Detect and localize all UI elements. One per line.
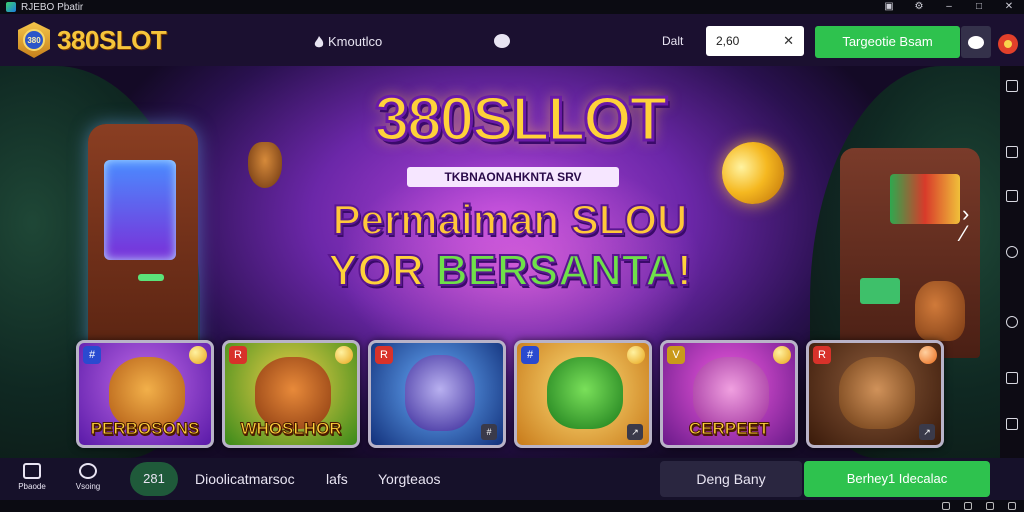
tray-icon[interactable] — [964, 502, 972, 510]
game-card[interactable]: R ↗ — [806, 340, 944, 448]
nav-link-label: Kmoutlco — [328, 34, 383, 49]
logo-badge-text: 380 — [23, 29, 45, 51]
coin-icon — [335, 346, 353, 364]
rail-icon[interactable] — [1006, 190, 1018, 202]
rail-icon[interactable] — [1006, 372, 1018, 384]
hero-tagline: TKBNAONAHKNTA SRV — [407, 167, 619, 187]
tiki-mask-image — [248, 142, 282, 188]
chat-button[interactable] — [961, 26, 991, 58]
login-button[interactable]: Targeotie Bsam — [815, 26, 960, 58]
game-card[interactable]: V CERPEET — [660, 340, 798, 448]
carousel-next-icon[interactable]: › ⁄ — [962, 203, 982, 245]
nav-home-label: Pbaode — [18, 482, 46, 491]
game-card[interactable]: # PERBOSONS — [76, 340, 214, 448]
nav-settings-label: Vsoing — [75, 482, 101, 491]
game-card[interactable]: # ↗ — [514, 340, 652, 448]
info-icon[interactable]: ↗ — [627, 424, 643, 440]
primary-button[interactable]: Berhey1 Idecalac — [804, 461, 990, 497]
balance-field[interactable]: 2,60 ✕ — [706, 26, 804, 56]
notification-icon[interactable] — [998, 34, 1018, 54]
hero-headline-2: YOR BERSANTA! — [327, 245, 692, 296]
rail-icon[interactable] — [1006, 80, 1018, 92]
game-card-label: CERPEET — [688, 419, 770, 439]
settings-icon[interactable]: ⚙ — [904, 0, 934, 14]
hero-title: 380SLLOT — [373, 84, 669, 156]
card-badge-icon: V — [667, 346, 685, 364]
clear-icon[interactable]: ✕ — [783, 33, 794, 49]
slot-machine-left-image — [88, 124, 198, 354]
gear-icon — [79, 463, 97, 479]
os-taskbar — [0, 500, 1024, 512]
maximize-icon[interactable]: □ — [964, 0, 994, 14]
creature-character-image — [405, 355, 475, 431]
game-card[interactable]: R WHOSLHOR — [222, 340, 360, 448]
game-card-label: PERBOSONS — [90, 419, 200, 439]
nav-home[interactable]: Pbaode — [12, 463, 52, 491]
hero-headline-1: Permaiman SLOU — [332, 195, 689, 244]
bottom-link-3[interactable]: Yorgteaos — [378, 471, 441, 487]
card-badge-icon: R — [375, 346, 393, 364]
hero-banner[interactable]: 380SLLOT TKBNAONAHKNTA SRV Permaiman SLO… — [0, 66, 1000, 458]
secondary-button[interactable]: Deng Bany — [660, 461, 802, 497]
gold-coin-image — [713, 133, 793, 213]
balance-value: 2,60 — [716, 34, 740, 48]
side-rail — [1000, 66, 1024, 458]
info-icon[interactable]: ↗ — [919, 424, 935, 440]
home-icon — [23, 463, 41, 479]
tray-icon[interactable] — [1008, 502, 1016, 510]
logo-badge-icon[interactable]: 380 — [18, 22, 50, 58]
tray-icon[interactable] — [986, 502, 994, 510]
coin-icon — [189, 346, 207, 364]
rail-icon[interactable] — [1006, 316, 1018, 328]
card-badge-icon: # — [83, 346, 101, 364]
nav-settings[interactable]: Vsoing — [68, 463, 108, 491]
balance-label: Dalt — [662, 34, 684, 48]
brand-name[interactable]: 380SLOT — [57, 25, 167, 56]
explorer-character-image — [839, 357, 915, 429]
bottom-nav: Pbaode Vsoing 281 Dioolicatmarsoc lafs Y… — [0, 458, 1024, 500]
tray-icon[interactable] — [942, 502, 950, 510]
card-badge-icon: R — [229, 346, 247, 364]
game-card-label: WHOSLHOR — [240, 419, 342, 439]
rail-icon[interactable] — [1006, 146, 1018, 158]
minimize-icon[interactable]: – — [934, 0, 964, 14]
app-header: 380 380SLOT Kmoutlco Dalt 2,60 ✕ Targeot… — [0, 14, 1024, 66]
bottom-link-2[interactable]: lafs — [326, 471, 348, 487]
close-icon[interactable]: ✕ — [994, 0, 1024, 14]
pin-icon[interactable]: ▣ — [874, 0, 904, 14]
info-icon[interactable]: # — [481, 424, 497, 440]
chat-bubble-icon — [968, 35, 984, 49]
flame-icon — [314, 35, 324, 47]
rail-icon[interactable] — [1006, 246, 1018, 258]
coin-icon — [919, 346, 937, 364]
rail-icon[interactable] — [1006, 418, 1018, 430]
os-window-title: RJEBO Pbatir — [21, 1, 84, 13]
bottom-link-1[interactable]: Dioolicatmarsoc — [195, 471, 295, 487]
card-badge-icon: # — [521, 346, 539, 364]
coin-icon — [627, 346, 645, 364]
pot-image — [915, 281, 965, 341]
game-card[interactable]: R # — [368, 340, 506, 448]
app-icon — [6, 2, 16, 12]
card-badge-icon: R — [813, 346, 831, 364]
window-controls: ▣ ⚙ – □ ✕ — [874, 0, 1024, 14]
os-title-bar: RJEBO Pbatir ▣ ⚙ – □ ✕ — [0, 0, 1024, 14]
chat-icon[interactable] — [494, 34, 510, 48]
goblin-character-image — [547, 357, 623, 429]
nav-link-kmoutlco[interactable]: Kmoutlco — [314, 34, 382, 49]
coin-icon — [773, 346, 791, 364]
count-pill[interactable]: 281 — [130, 462, 178, 496]
